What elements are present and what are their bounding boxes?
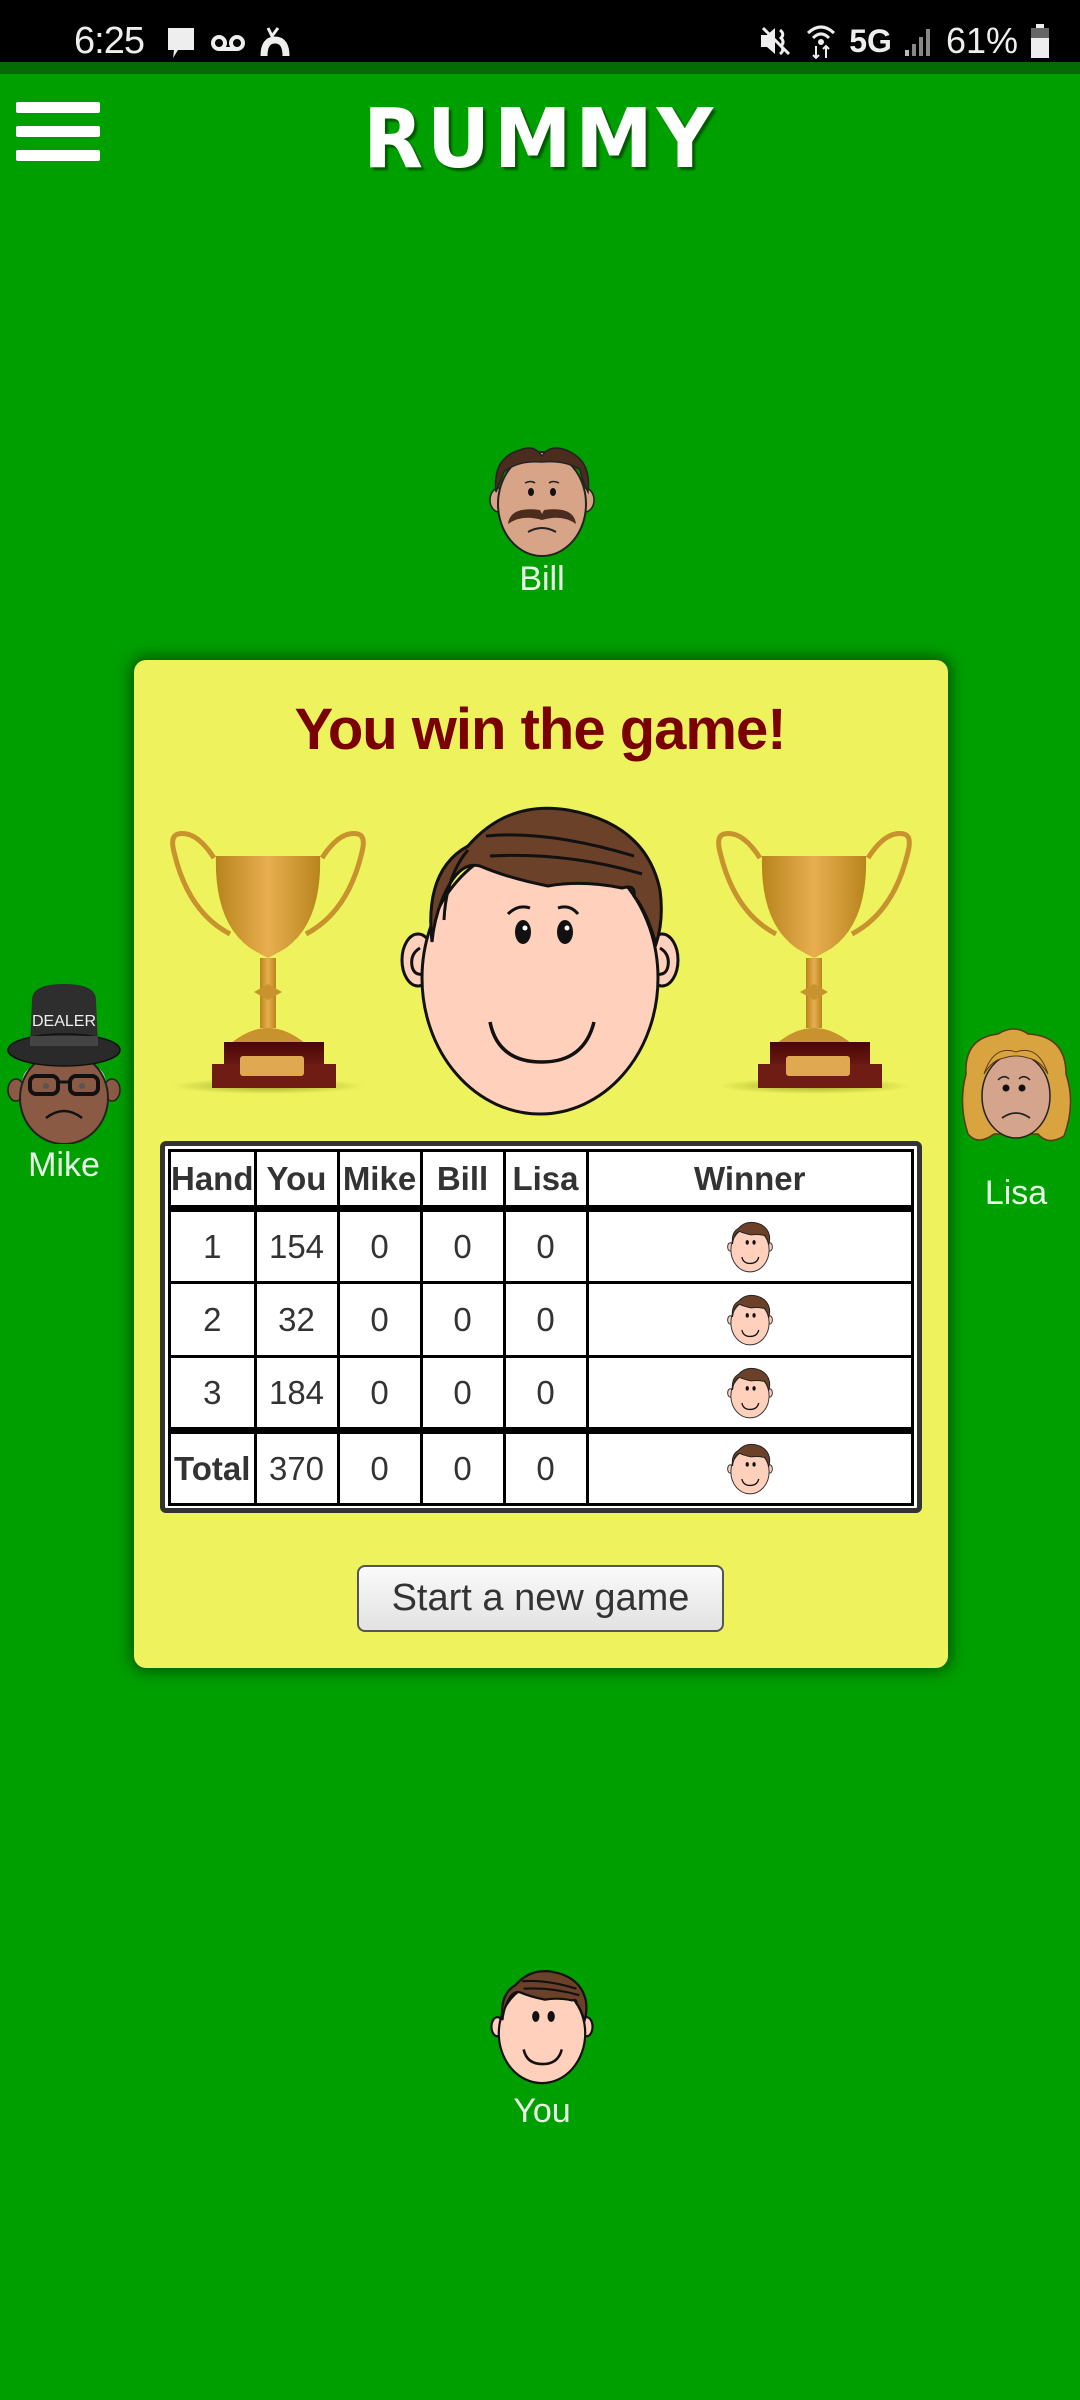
cell-you: 32 <box>253 1281 340 1358</box>
cell-lisa: 0 <box>502 1207 589 1284</box>
winner-you-icon <box>726 1221 773 1272</box>
header-lisa: Lisa <box>502 1149 589 1212</box>
table-row: 1 154 0 0 0 <box>168 1207 914 1284</box>
cell-hand: 1 <box>168 1207 257 1284</box>
lisa-avatar-icon <box>961 1028 1072 1142</box>
network-type: 5G <box>849 22 892 59</box>
cell-you: 184 <box>253 1355 340 1432</box>
winner-you-icon <box>726 1367 773 1418</box>
missed-call-icon <box>260 27 290 57</box>
trophy-icon-right <box>716 831 912 1094</box>
cell-lisa: 0 <box>502 1355 589 1432</box>
player-name-lisa: Lisa <box>984 1174 1048 1212</box>
table-row: 2 32 0 0 0 <box>168 1281 914 1358</box>
score-table: Hand You Mike Bill Lisa Winner 1 154 0 0… <box>168 1149 914 1506</box>
you-avatar-icon <box>490 1970 594 2085</box>
table-row: 3 184 0 0 0 <box>168 1355 914 1432</box>
winner-face-icon <box>400 806 680 1116</box>
result-title: You win the game! <box>294 697 786 762</box>
bill-avatar-icon <box>489 447 595 557</box>
player-mike: DEALER Mike <box>0 980 128 1185</box>
winner-you-icon <box>726 1294 773 1345</box>
player-name-bill: Bill <box>519 560 565 598</box>
header-you: You <box>253 1149 340 1212</box>
start-new-game-button[interactable]: Start a new game <box>357 1565 724 1632</box>
cell-mike: 0 <box>336 1355 423 1432</box>
player-you: You <box>484 1964 600 2131</box>
message-icon <box>168 28 194 58</box>
header-winner: Winner <box>585 1149 914 1212</box>
cell-bill: 0 <box>419 1355 506 1432</box>
player-lisa: Lisa <box>952 1024 1080 1213</box>
cell-total-lisa: 0 <box>502 1427 589 1506</box>
cell-lisa: 0 <box>502 1281 589 1358</box>
winner-you-icon <box>726 1443 773 1494</box>
mike-avatar-icon: DEALER <box>7 984 121 1144</box>
cell-total-winner <box>585 1427 914 1506</box>
header-bill: Bill <box>419 1149 506 1212</box>
cell-total-label: Total <box>168 1427 257 1506</box>
trophy-icon-left <box>170 831 366 1094</box>
cell-bill: 0 <box>419 1207 506 1284</box>
score-table-frame: Hand You Mike Bill Lisa Winner 1 154 0 0… <box>160 1141 922 1513</box>
cell-hand: 3 <box>168 1355 257 1432</box>
vibrate-mute-icon <box>761 26 791 56</box>
battery-percent: 61% <box>945 20 1018 61</box>
cell-mike: 0 <box>336 1207 423 1284</box>
player-bill: Bill <box>480 440 604 599</box>
cell-winner <box>585 1281 914 1358</box>
voicemail-icon <box>211 35 245 51</box>
cell-you: 154 <box>253 1207 340 1284</box>
cell-total-mike: 0 <box>336 1427 423 1506</box>
header-mike: Mike <box>336 1149 423 1212</box>
cell-winner <box>585 1207 914 1284</box>
header-divider <box>0 62 1080 74</box>
wifi-icon <box>807 25 836 59</box>
status-bar: 6:25 5G 61% <box>0 0 1080 62</box>
player-name-mike: Mike <box>28 1146 100 1184</box>
dealer-badge: DEALER <box>32 1013 96 1030</box>
header-hand: Hand <box>168 1149 257 1212</box>
status-time: 6:25 <box>74 20 145 62</box>
signal-icon <box>904 29 930 56</box>
cell-winner <box>585 1355 914 1432</box>
cell-bill: 0 <box>419 1281 506 1358</box>
table-total-row: Total 370 0 0 0 <box>168 1427 914 1506</box>
app-title: RUMMY <box>363 92 717 187</box>
player-name-you: You <box>513 2092 571 2130</box>
cell-total-you: 370 <box>253 1427 340 1506</box>
cell-total-bill: 0 <box>419 1427 506 1506</box>
cell-mike: 0 <box>336 1281 423 1358</box>
cell-hand: 2 <box>168 1281 257 1358</box>
table-header-row: Hand You Mike Bill Lisa Winner <box>168 1149 914 1212</box>
battery-icon <box>1031 24 1049 58</box>
